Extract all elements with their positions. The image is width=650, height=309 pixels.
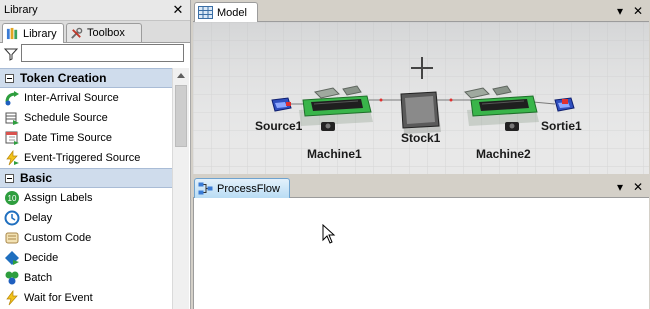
- scroll-up-arrow-icon[interactable]: [173, 68, 189, 84]
- library-item-inter-arrival-source[interactable]: Inter-Arrival Source: [0, 88, 172, 108]
- wait-for-event-icon: [6, 290, 18, 306]
- tab-model-label: Model: [217, 6, 247, 19]
- library-panel: Library ✕ Library Toolbox Token Creation…: [0, 0, 191, 309]
- library-filter-input[interactable]: [21, 44, 184, 62]
- scrollbar-thumb[interactable]: [175, 85, 187, 147]
- model-3d-view[interactable]: Source1 Machine1 Stock1 Machine2 Sortie1: [193, 21, 649, 174]
- category-token-creation[interactable]: Token Creation: [0, 68, 172, 88]
- sortie1-label: Sortie1: [541, 119, 582, 133]
- machine2-label: Machine2: [476, 147, 531, 161]
- collapse-toggle-icon[interactable]: [5, 73, 14, 83]
- event-triggered-source-icon: [6, 150, 19, 166]
- machine1-label: Machine1: [307, 147, 362, 161]
- item-label: Schedule Source: [24, 112, 108, 124]
- connector-point: [449, 98, 453, 102]
- item-label: Batch: [24, 272, 53, 284]
- library-list: Token Creation Inter-Arrival Source Sche…: [0, 68, 172, 309]
- category-label: Basic: [20, 171, 53, 185]
- item-label: Event-Triggered Source: [24, 152, 141, 164]
- item-label: Delay: [24, 212, 53, 224]
- library-books-icon: [6, 27, 18, 40]
- library-close-icon[interactable]: ✕: [171, 2, 185, 18]
- tab-library-label: Library: [23, 27, 57, 40]
- collapse-toggle-icon[interactable]: [5, 173, 14, 183]
- tab-processflow[interactable]: ProcessFlow: [194, 178, 290, 198]
- item-label: Custom Code: [24, 232, 92, 244]
- library-item-date-time-source[interactable]: Date Time Source: [0, 128, 172, 148]
- item-label: Inter-Arrival Source: [24, 92, 119, 104]
- inter-arrival-source-icon: [5, 91, 19, 106]
- mouse-pointer-icon: [322, 224, 336, 244]
- item-label: Decide: [24, 252, 59, 264]
- library-item-schedule-source[interactable]: Schedule Source: [0, 108, 172, 128]
- processflow-window-controls: ▾ ✕: [610, 179, 646, 195]
- svg-text:10: 10: [8, 194, 17, 203]
- library-tab-strip: Library Toolbox: [0, 21, 190, 43]
- decide-diamond-icon: [5, 251, 19, 265]
- toolbox-icon: [71, 27, 83, 39]
- date-time-source-icon: [5, 131, 19, 145]
- schedule-source-icon: [5, 112, 19, 125]
- tab-toolbox[interactable]: Toolbox: [66, 23, 142, 42]
- library-title: Library: [4, 4, 38, 16]
- processflow-close-icon[interactable]: ✕: [630, 179, 646, 195]
- custom-code-scroll-icon: [5, 232, 19, 244]
- library-item-custom-code[interactable]: Custom Code: [0, 228, 172, 248]
- library-item-batch[interactable]: Batch: [0, 268, 172, 288]
- library-scrollbar[interactable]: [172, 68, 189, 309]
- filter-funnel-icon[interactable]: [3, 46, 19, 62]
- processflow-dropdown-icon[interactable]: ▾: [612, 179, 628, 195]
- model-grid-icon: [198, 6, 213, 19]
- processflow-panel: ProcessFlow ▾ ✕: [192, 176, 650, 309]
- source1-label: Source1: [255, 119, 303, 133]
- delay-clock-icon: [4, 210, 20, 226]
- stock1-object[interactable]: [400, 91, 441, 134]
- category-basic[interactable]: Basic: [0, 168, 172, 188]
- model-panel: Model ▾ ✕ Source1 Machine1 Stock1 Machin…: [192, 0, 650, 174]
- item-label: Wait for Event: [24, 292, 93, 304]
- item-label: Date Time Source: [24, 132, 113, 144]
- library-item-assign-labels[interactable]: 10 Assign Labels: [0, 188, 172, 208]
- tab-model[interactable]: Model: [194, 2, 258, 22]
- tab-toolbox-label: Toolbox: [87, 27, 125, 39]
- category-label: Token Creation: [20, 71, 107, 85]
- library-item-decide[interactable]: Decide: [0, 248, 172, 268]
- library-item-wait-for-event[interactable]: Wait for Event: [0, 288, 172, 308]
- stock1-label: Stock1: [401, 131, 441, 145]
- connector-point: [379, 98, 383, 102]
- library-item-event-triggered-source[interactable]: Event-Triggered Source: [0, 148, 172, 168]
- library-titlebar: Library ✕: [0, 0, 190, 21]
- tab-library[interactable]: Library: [2, 23, 64, 43]
- model-dropdown-icon[interactable]: ▾: [612, 3, 628, 19]
- item-label: Assign Labels: [24, 192, 93, 204]
- batch-icon: [5, 271, 19, 285]
- model-3d-scene[interactable]: Source1 Machine1 Stock1 Machine2 Sortie1: [193, 22, 649, 174]
- model-window-controls: ▾ ✕: [610, 3, 646, 19]
- assign-labels-icon: 10: [5, 191, 19, 205]
- library-item-delay[interactable]: Delay: [0, 208, 172, 228]
- processflow-canvas[interactable]: [193, 197, 649, 309]
- processflow-icon: [198, 182, 213, 195]
- library-filter-bar: [0, 43, 190, 65]
- model-close-icon[interactable]: ✕: [630, 3, 646, 19]
- tab-processflow-label: ProcessFlow: [217, 182, 280, 195]
